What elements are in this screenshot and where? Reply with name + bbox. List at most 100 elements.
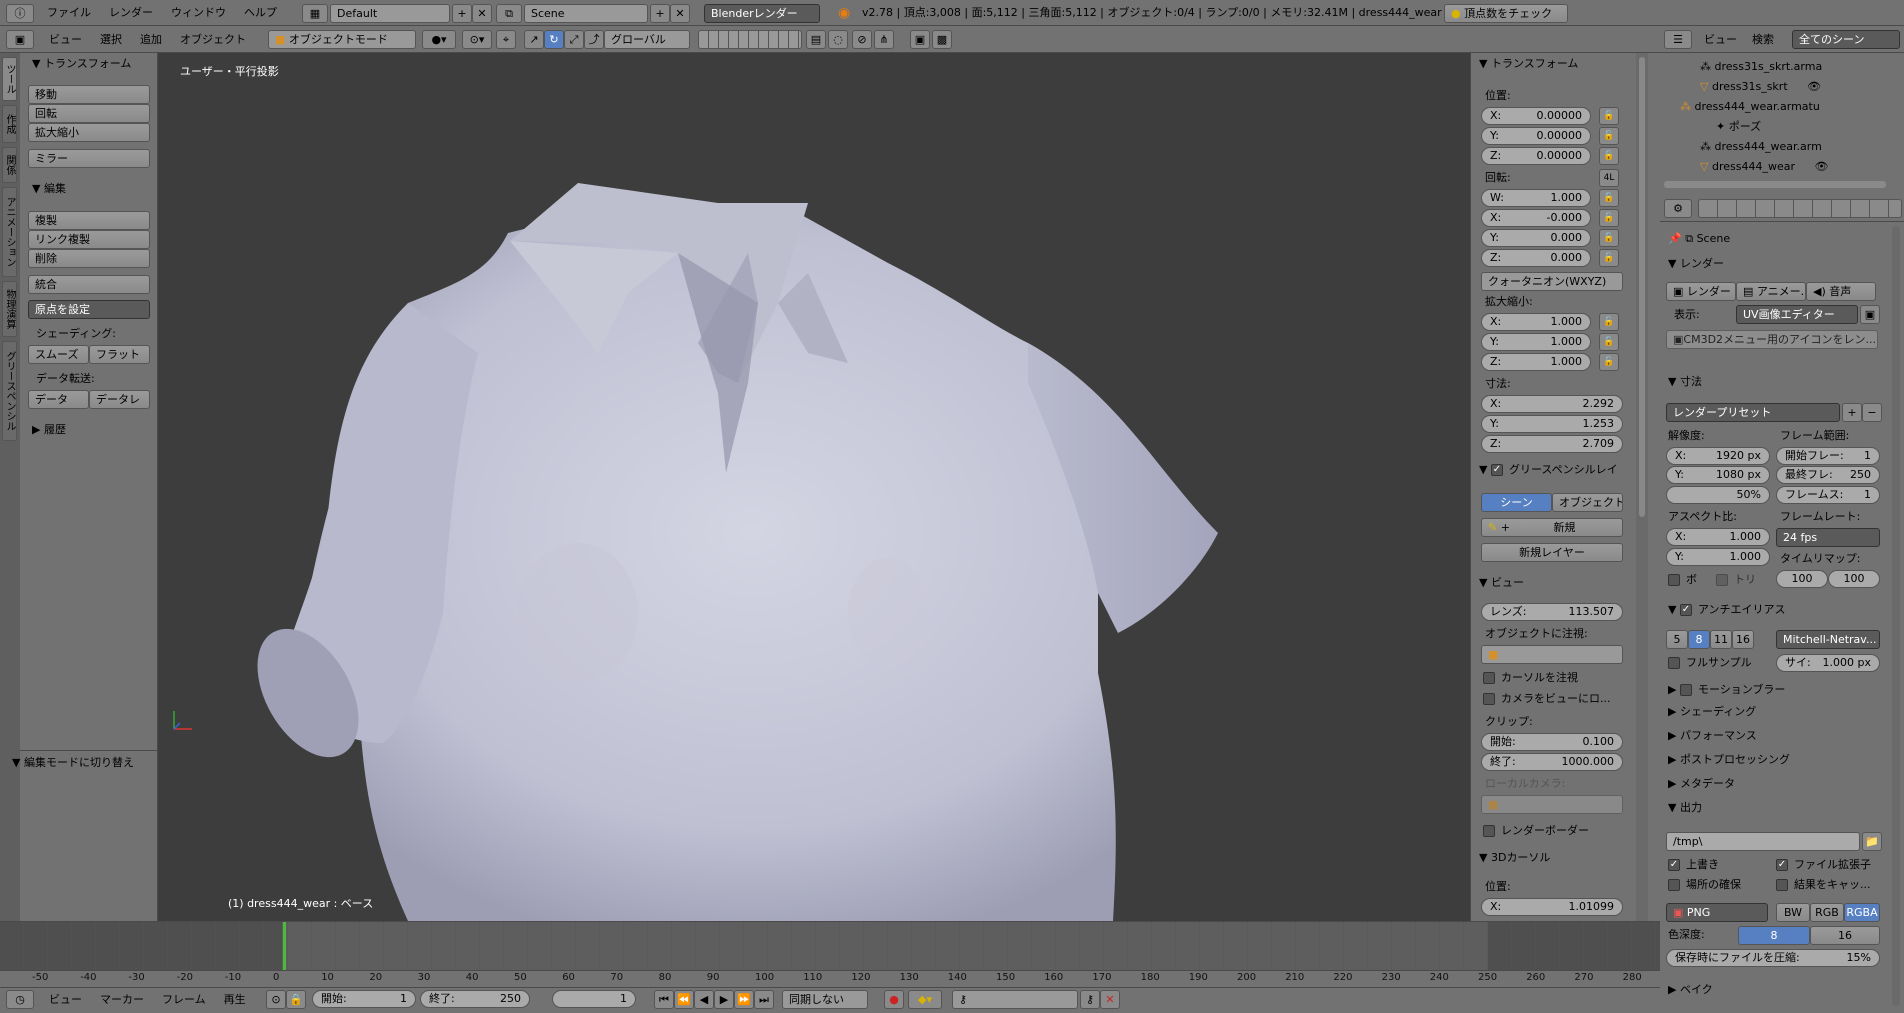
local-camera-field[interactable]: ■ <box>1481 795 1623 814</box>
lens-field[interactable]: レンズ: 113.507 <box>1481 603 1623 621</box>
properties-scrollbar[interactable] <box>1892 226 1900 1006</box>
display-slot-icon[interactable]: ▣ <box>1860 305 1880 324</box>
lock-object-field[interactable]: ■ <box>1481 645 1623 664</box>
lock-layers-icon[interactable]: ▤ <box>806 30 826 49</box>
start-frame-field[interactable]: 開始: 1 <box>312 990 416 1008</box>
tab-physics[interactable]: 物理演算 <box>2 281 17 337</box>
editor-type-icon[interactable]: ▣ <box>6 30 34 49</box>
performance-header[interactable]: ▶ パフォーマンス <box>1668 726 1757 746</box>
shading-icon[interactable]: ●▾ <box>422 30 456 49</box>
aa-checkbox[interactable]: ✓ <box>1679 604 1692 616</box>
res-y-field[interactable]: Y: 1080 px <box>1666 466 1770 484</box>
lock-icon[interactable]: 🔓 <box>1599 249 1619 267</box>
menu-render[interactable]: レンダー <box>100 0 162 26</box>
aspect-y-field[interactable]: Y: 1.000 <box>1666 548 1770 566</box>
dimension-x[interactable]: X: 2.292 <box>1481 395 1623 413</box>
mirror-button[interactable]: ミラー <box>28 149 150 168</box>
rotate-button[interactable]: 回転 <box>28 104 150 123</box>
lock-icon[interactable]: 🔓 <box>1599 333 1619 351</box>
eye-icon[interactable]: 👁 <box>1814 160 1828 173</box>
menu-file[interactable]: ファイル <box>38 0 100 26</box>
aa-filter-select[interactable]: Mitchell-Netrav... <box>1776 630 1880 649</box>
outliner-item[interactable]: ▽ dress444_wear 👁 <box>1700 157 1828 177</box>
menu-view[interactable]: ビュー <box>40 27 91 53</box>
compression-field[interactable]: 保存時にファイルを圧縮: 15% <box>1666 949 1880 967</box>
aa-sample-11[interactable]: 11 <box>1710 630 1732 649</box>
grease-new-button[interactable]: ✎ + 新規 <box>1481 518 1623 537</box>
timeline-menu-view[interactable]: ビュー <box>40 987 91 1013</box>
add-scene-icon[interactable]: + <box>650 4 670 23</box>
metadata-header[interactable]: ▶ メタデータ <box>1668 774 1735 794</box>
tab-grease-pencil[interactable]: グリースペンシル <box>2 341 17 441</box>
timeline-menu-marker[interactable]: マーカー <box>91 987 153 1013</box>
view-panel-header[interactable]: ▼ ビュー <box>1479 573 1524 593</box>
preview-range-icon[interactable]: ⊙ <box>266 990 286 1009</box>
menu-window[interactable]: ウィンドウ <box>162 0 235 26</box>
lock-icon[interactable]: 🔓 <box>1599 209 1619 227</box>
remap-old-field[interactable]: 100 <box>1776 570 1828 588</box>
n-panel-scrollbar[interactable] <box>1636 53 1648 921</box>
rotation-4l-toggle[interactable]: 4L <box>1599 169 1619 187</box>
dimension-z[interactable]: Z: 2.709 <box>1481 435 1623 453</box>
layer-buttons[interactable] <box>698 30 802 49</box>
aspect-x-field[interactable]: X: 1.000 <box>1666 528 1770 546</box>
transform-panel-header[interactable]: ▼ トランスフォーム <box>32 54 131 74</box>
scene-field[interactable]: Scene <box>524 4 648 23</box>
outliner-menu-search[interactable]: 検索 <box>1752 27 1774 53</box>
filter-size-field[interactable]: サイ: 1.000 px <box>1776 654 1880 672</box>
link-duplicate-button[interactable]: リンク複製 <box>28 230 150 249</box>
output-path-input[interactable]: /tmp\ <box>1666 832 1860 851</box>
orientation-select[interactable]: グローバル <box>604 30 690 49</box>
flat-button[interactable]: フラット <box>89 345 150 364</box>
crop-checkbox[interactable]: トリ <box>1716 571 1756 589</box>
layout-icon[interactable]: ▦ <box>302 4 328 23</box>
jump-start-icon[interactable]: ⏮ <box>654 990 674 1009</box>
location-y[interactable]: Y: 0.00000 <box>1481 127 1591 145</box>
sync-select[interactable]: 同期しない <box>782 990 868 1009</box>
cache-checkbox[interactable]: 結果をキャッ... <box>1776 876 1871 894</box>
menu-object[interactable]: オブジェクト <box>171 27 255 53</box>
grease-checkbox[interactable]: ✓ <box>1490 464 1503 476</box>
motion-blur-header[interactable]: ▶ モーションブラー <box>1668 680 1785 700</box>
rotation-x[interactable]: X: -0.000 <box>1481 209 1591 227</box>
rotation-mode-select[interactable]: クォータニオン(WXYZ) <box>1481 272 1623 291</box>
rotation-w[interactable]: W: 1.000 <box>1481 189 1591 207</box>
orientation-icon[interactable]: ⤴ <box>584 30 604 49</box>
render-preset-select[interactable]: レンダープリセット <box>1666 403 1840 422</box>
keying-set-field[interactable]: ⚷ <box>952 990 1078 1009</box>
info-editor-icon[interactable]: ⓘ <box>6 4 34 23</box>
play-reverse-icon[interactable]: ◀ <box>694 990 714 1009</box>
dimensions-panel-header[interactable]: ▼ 寸法 <box>1668 372 1702 392</box>
grease-scene-tab[interactable]: シーン <box>1481 493 1552 512</box>
join-button[interactable]: 統合 <box>28 275 150 294</box>
menu-select[interactable]: 選択 <box>91 27 131 53</box>
extensions-checkbox[interactable]: ✓ ファイル拡張子 <box>1776 856 1871 874</box>
overwrite-checkbox[interactable]: ✓ 上書き <box>1668 856 1719 874</box>
delete-keyframe-icon[interactable]: ✕ <box>1100 990 1120 1009</box>
outliner-item[interactable]: ⁂ dress444_wear.arm <box>1700 137 1822 157</box>
vertex-check-button[interactable]: ● 頂点数をチェック <box>1444 4 1568 23</box>
remap-new-field[interactable]: 100 <box>1828 570 1880 588</box>
delete-button[interactable]: 削除 <box>28 249 150 268</box>
properties-context-tabs[interactable] <box>1698 199 1902 218</box>
clip-start-field[interactable]: 開始: 0.100 <box>1481 733 1623 751</box>
render-preview-icon[interactable]: ◌ <box>828 30 848 49</box>
remove-scene-icon[interactable]: ✕ <box>670 4 690 23</box>
outliner-item[interactable]: ⁂ dress444_wear.armatu <box>1680 97 1820 117</box>
timeline-menu-playback[interactable]: 再生 <box>215 987 255 1013</box>
pivot-icon[interactable]: ⊙▾ <box>462 30 492 49</box>
aa-sample-16[interactable]: 16 <box>1732 630 1754 649</box>
outliner-menu-view[interactable]: ビュー <box>1704 27 1737 53</box>
n-transform-header[interactable]: ▼ トランスフォーム <box>1479 54 1578 74</box>
lock-icon[interactable]: 🔓 <box>1599 313 1619 331</box>
grease-pencil-header[interactable]: ▼ ✓ グリースペンシルレイ <box>1479 460 1618 480</box>
history-panel-header[interactable]: ▶ 履歴 <box>32 420 66 440</box>
border-checkbox[interactable]: ボ <box>1668 571 1697 589</box>
folder-icon[interactable]: 📁 <box>1862 832 1882 851</box>
duplicate-button[interactable]: 複製 <box>28 211 150 230</box>
timeline-menu-frame[interactable]: フレーム <box>153 987 215 1013</box>
viewport-3d[interactable]: ユーザー・平行投影 (1) dress444_wear: ベース <box>158 53 1470 921</box>
lock-range-icon[interactable]: 🔒 <box>286 990 306 1009</box>
framerate-select[interactable]: 24 fps <box>1776 528 1880 547</box>
res-percent-field[interactable]: 50% <box>1666 486 1770 504</box>
